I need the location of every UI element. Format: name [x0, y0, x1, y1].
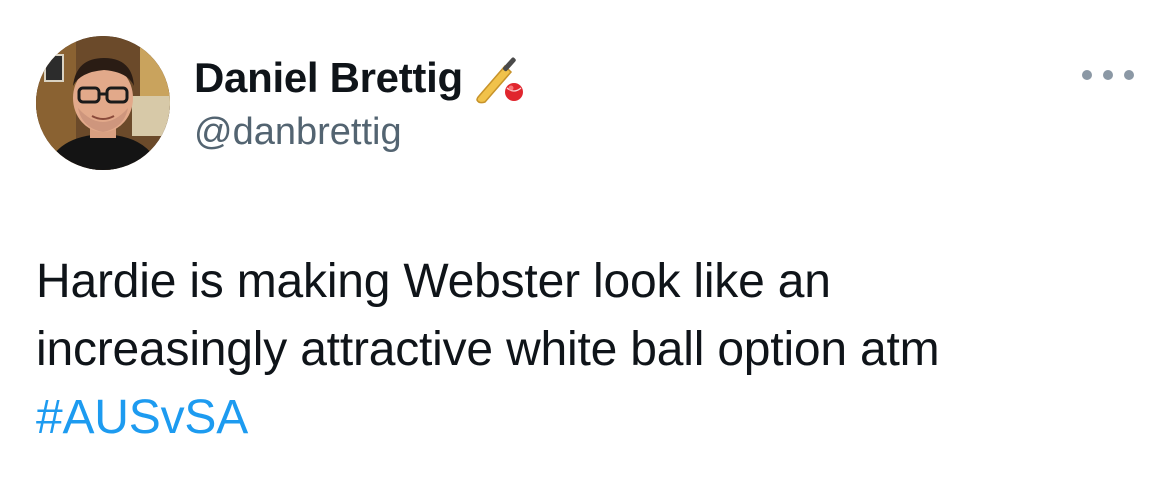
author-display-name[interactable]: Daniel Brettig [194, 54, 463, 102]
more-icon-dot [1103, 70, 1113, 80]
author-handle[interactable]: @danbrettig [194, 111, 402, 154]
more-icon [1082, 70, 1092, 80]
tweet-text-line: increasingly attractive white ball optio… [36, 323, 940, 376]
hashtag-link[interactable]: #AUSvSA [36, 384, 1126, 452]
more-icon-dot [1124, 70, 1134, 80]
more-options-button[interactable] [1082, 60, 1134, 90]
tweet-text-line: Hardie is making Webster look like an [36, 255, 831, 308]
cricket-bat-and-ball-icon [473, 50, 529, 106]
author-name-row: Daniel Brettig [194, 50, 529, 106]
avatar[interactable] [36, 36, 170, 170]
tweet-text: Hardie is making Webster look like an in… [36, 248, 1126, 452]
tweet-card: Daniel Brettig @danbrettig Hardie is mak… [0, 0, 1170, 486]
